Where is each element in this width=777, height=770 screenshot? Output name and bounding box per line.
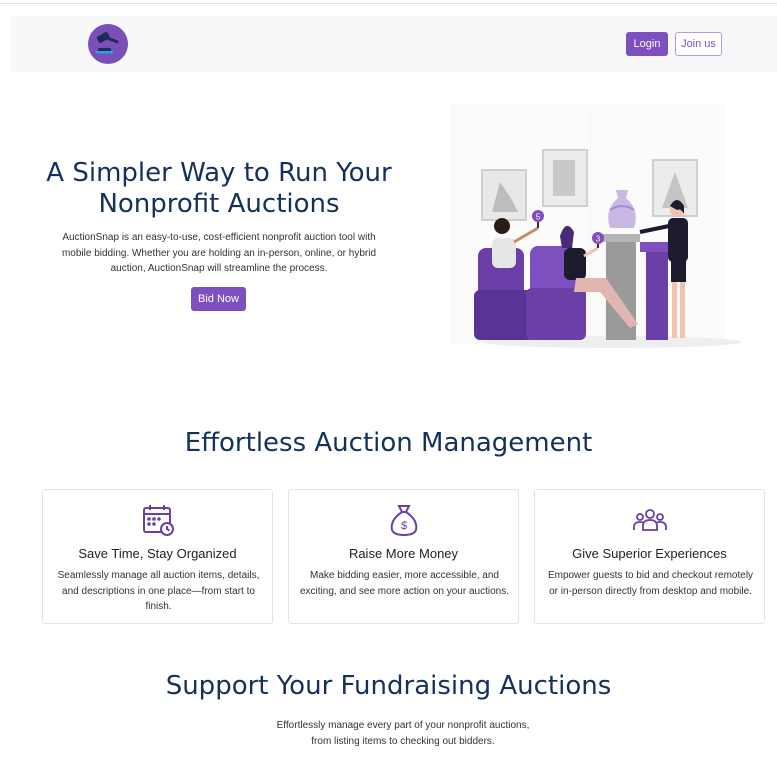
card-description: Make bidding easier, more accessible, an… [299, 570, 509, 597]
management-section-title: Effortless Auction Management [184, 428, 593, 458]
logo[interactable] [88, 24, 128, 64]
join-us-button[interactable]: Join us [675, 32, 722, 56]
browser-top-edge [0, 0, 777, 4]
login-button[interactable]: Login [626, 32, 668, 56]
hero-description: AuctionSnap is an easy-to-use, cost-effi… [61, 232, 377, 274]
card-description: Empower guests to bid and checkout remot… [547, 570, 754, 597]
gavel-icon [96, 31, 119, 54]
paddle-number-2: 3 [596, 235, 601, 244]
card-title: Give Superior Experiences [572, 546, 727, 561]
calendar-clock-icon [142, 505, 174, 536]
card-description: Seamlessly manage all auction items, det… [57, 570, 260, 612]
svg-text:$: $ [400, 520, 406, 532]
hero-title: A Simpler Way to Run Your Nonprofit Auct… [46, 158, 392, 219]
auction-illustration: 5 3 [450, 104, 740, 348]
paddle-number-1: 5 [536, 213, 541, 222]
card-title: Raise More Money [348, 546, 459, 561]
navbar: Login Join us [11, 16, 777, 72]
support-section-title: Support Your Fundraising Auctions [165, 671, 612, 701]
feature-card-experiences: Give Superior Experiences Empower guests… [534, 489, 765, 624]
framed-picture-2 [542, 149, 588, 207]
feature-card-save-time: Save Time, Stay Organized Seamlessly man… [42, 489, 273, 624]
framed-picture-1 [481, 169, 527, 221]
feature-card-raise-money: $ Raise More Money Make bidding easier, … [288, 489, 519, 624]
money-bag-icon: $ [390, 505, 417, 537]
group-people-icon [632, 509, 667, 531]
card-title: Save Time, Stay Organized [78, 546, 237, 561]
support-description: Effortlessly manage every part of your n… [276, 720, 530, 747]
bid-now-button[interactable]: Bid Now [191, 287, 246, 311]
